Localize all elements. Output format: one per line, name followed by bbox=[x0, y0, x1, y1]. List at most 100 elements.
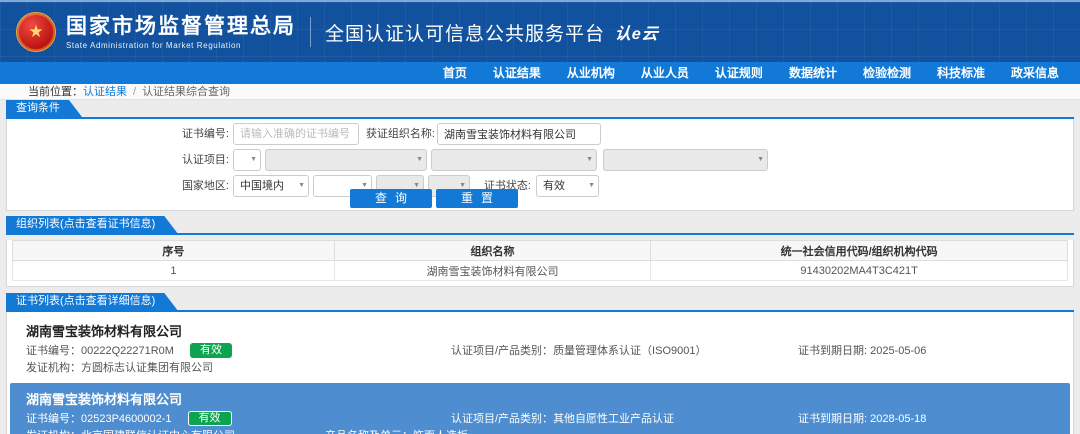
nav-item-tech-standards[interactable]: 科技标准 bbox=[924, 62, 998, 84]
chevron-down-icon: ▼ bbox=[757, 150, 764, 170]
project-value: 质量管理体系认证（ISO9001） bbox=[553, 345, 706, 357]
breadcrumb-link-cert-results[interactable]: 认证结果 bbox=[83, 86, 127, 98]
org-row-name[interactable]: 湖南雪宝装饰材料有限公司 bbox=[334, 261, 651, 281]
breadcrumb-prefix: 当前位置： bbox=[28, 86, 83, 98]
nav-item-personnel[interactable]: 从业人员 bbox=[628, 62, 702, 84]
cert-issuer: 发证机构：北京国建联信认证中心有限公司 bbox=[26, 428, 235, 434]
org-row-index[interactable]: 1 bbox=[13, 261, 335, 281]
cert-no: 证书编号：02523P4600002-1 有效 bbox=[26, 411, 232, 428]
cert-expiry: 证书到期日期: 2028-05-18 bbox=[798, 411, 926, 428]
site-header: ★ 国家市场监督管理总局 State Administration for Ma… bbox=[0, 0, 1080, 62]
certificate-card-1[interactable]: 湖南雪宝装饰材料有限公司 证书编号：00222Q22271R0M 有效 认证项目/… bbox=[10, 315, 1070, 383]
platform-title: 全国认证认可信息公共服务平台 bbox=[325, 19, 605, 46]
org-table-row[interactable]: 1 湖南雪宝装饰材料有限公司 91430202MA4T3C421T bbox=[13, 261, 1068, 281]
cert-org-name: 湖南雪宝装饰材料有限公司 bbox=[10, 386, 1070, 411]
national-emblem-icon: ★ bbox=[16, 12, 56, 52]
cert-no-value: 02523P4600002-1 bbox=[81, 413, 172, 425]
cert-card-line: 发证机构：方圆标志认证集团有限公司 bbox=[10, 360, 1070, 377]
cert-list-section-header: 证书列表(点击查看详细信息) bbox=[6, 293, 1074, 312]
org-table-header-row: 序号 组织名称 统一社会信用代码/组织机构代码 bbox=[13, 241, 1068, 261]
org-table: 序号 组织名称 统一社会信用代码/组织机构代码 1 湖南雪宝装饰材料有限公司 9… bbox=[12, 240, 1068, 281]
cert-no-value: 00222Q22271R0M bbox=[81, 345, 174, 357]
issuer-field-label: 发证机构： bbox=[26, 362, 81, 374]
page: ★ 国家市场监督管理总局 State Administration for Ma… bbox=[0, 0, 1080, 434]
agency-name-cn: 国家市场监督管理总局 bbox=[66, 15, 296, 39]
org-list-panel: 序号 组织名称 统一社会信用代码/组织机构代码 1 湖南雪宝装饰材料有限公司 9… bbox=[6, 240, 1074, 287]
status-badge: 有效 bbox=[190, 343, 232, 358]
ren-e-yun-logo: 认e云 bbox=[614, 20, 660, 44]
chevron-down-icon: ▼ bbox=[250, 150, 257, 170]
query-panel: 证书编号: 获证组织名称: 认证项目: ▼ ▼ ▼ ▼ 国家地区: 中国境内▼ … bbox=[6, 119, 1074, 211]
project-field-label: 认证项目/产品类别： bbox=[451, 413, 553, 425]
nav-item-procurement[interactable]: 政采信息 bbox=[998, 62, 1072, 84]
org-name-input[interactable] bbox=[437, 123, 601, 145]
org-name-label: 获证组织名称: bbox=[359, 123, 435, 145]
status-select[interactable]: 有效 ▼ bbox=[536, 175, 599, 197]
certificate-card-2-selected[interactable]: 湖南雪宝装饰材料有限公司 证书编号：02523P4600002-1 有效 认证项目… bbox=[10, 383, 1070, 434]
project-select-level3[interactable]: ▼ bbox=[431, 149, 597, 171]
issuer-value: 方圆标志认证集团有限公司 bbox=[81, 362, 213, 374]
cert-project: 认证项目/产品类别：其他自愿性工业产品认证 bbox=[451, 411, 674, 428]
product-value: 饰面人造板 bbox=[413, 430, 468, 434]
org-list-section-header: 组织列表(点击查看证书信息) bbox=[6, 216, 1074, 235]
expiry-field-label: 证书到期日期: bbox=[798, 413, 867, 425]
cert-no-input[interactable] bbox=[233, 123, 359, 145]
expiry-value: 2028-05-18 bbox=[870, 413, 926, 425]
project-select-level1[interactable]: ▼ bbox=[233, 149, 261, 171]
search-button[interactable]: 查询 bbox=[350, 189, 432, 208]
cert-list-panel: 湖南雪宝装饰材料有限公司 证书编号：00222Q22271R0M有效 认证项目/… bbox=[6, 312, 1074, 434]
header-divider bbox=[310, 17, 311, 47]
status-badge: 有效 bbox=[188, 411, 232, 426]
cert-card-line: 证书编号：00222Q22271R0M 有效 认证项目/产品类别：质量管理体系认证… bbox=[10, 343, 1070, 360]
main-nav: 首页 认证结果 从业机构 从业人员 认证规则 数据统计 检验检测 科技标准 政采… bbox=[0, 62, 1080, 84]
nav-item-inspection[interactable]: 检验检测 bbox=[850, 62, 924, 84]
reset-button[interactable]: 重置 bbox=[436, 189, 518, 208]
org-col-header-index: 序号 bbox=[13, 241, 335, 261]
nav-item-institutions[interactable]: 从业机构 bbox=[554, 62, 628, 84]
agency-title-block: 国家市场监督管理总局 State Administration for Mark… bbox=[66, 15, 296, 50]
nav-item-cert-results[interactable]: 认证结果 bbox=[480, 62, 554, 84]
org-list-section-tab: 组织列表(点击查看证书信息) bbox=[6, 216, 177, 233]
chevron-down-icon: ▼ bbox=[416, 150, 423, 170]
chevron-down-icon: ▼ bbox=[586, 150, 593, 170]
cert-issuer: 发证机构：方圆标志认证集团有限公司 bbox=[26, 360, 213, 377]
agency-name-en: State Administration for Market Regulati… bbox=[66, 41, 296, 50]
nav-item-cert-rules[interactable]: 认证规则 bbox=[702, 62, 776, 84]
cert-org-name: 湖南雪宝装饰材料有限公司 bbox=[10, 318, 1070, 343]
cert-product: 产品名称及单元：饰面人造板 bbox=[325, 428, 468, 434]
emblem-star-glyph: ★ bbox=[28, 22, 43, 42]
query-section-header: 查询条件 bbox=[6, 100, 1074, 119]
chevron-down-icon: ▼ bbox=[298, 176, 305, 196]
project-field-label: 认证项目/产品类别： bbox=[451, 345, 553, 357]
nav-item-home[interactable]: 首页 bbox=[430, 62, 480, 84]
issuer-value: 北京国建联信认证中心有限公司 bbox=[81, 430, 235, 434]
cert-card-line: 证书编号：02523P4600002-1 有效 认证项目/产品类别：其他自愿性工业… bbox=[10, 411, 1070, 428]
cert-list-section-tab: 证书列表(点击查看详细信息) bbox=[6, 293, 177, 310]
breadcrumb-separator: / bbox=[133, 86, 136, 98]
project-select-level2[interactable]: ▼ bbox=[265, 149, 427, 171]
cert-no-field-label: 证书编号： bbox=[26, 413, 81, 425]
chevron-down-icon: ▼ bbox=[588, 176, 595, 196]
region-select[interactable]: 中国境内▼ bbox=[233, 175, 309, 197]
cert-card-line: 发证机构：北京国建联信认证中心有限公司 产品名称及单元：饰面人造板 bbox=[10, 428, 1070, 434]
project-label: 认证项目: bbox=[157, 149, 229, 171]
org-col-header-credit-code: 统一社会信用代码/组织机构代码 bbox=[651, 241, 1068, 261]
cert-project: 认证项目/产品类别：质量管理体系认证（ISO9001） bbox=[451, 343, 706, 360]
main-content: 查询条件 证书编号: 获证组织名称: 认证项目: ▼ ▼ ▼ ▼ 国家地区: 中… bbox=[0, 100, 1080, 434]
issuer-field-label: 发证机构： bbox=[26, 430, 81, 434]
org-row-credit-code[interactable]: 91430202MA4T3C421T bbox=[651, 261, 1068, 281]
nav-item-statistics[interactable]: 数据统计 bbox=[776, 62, 850, 84]
product-field-label: 产品名称及单元： bbox=[325, 430, 413, 434]
query-row-1: 证书编号: 获证组织名称: bbox=[7, 123, 1073, 145]
cert-no-field-label: 证书编号： bbox=[26, 345, 81, 357]
query-row-2: 认证项目: ▼ ▼ ▼ ▼ bbox=[7, 149, 1073, 171]
org-col-header-name: 组织名称 bbox=[334, 241, 651, 261]
expiry-field-label: 证书到期日期: bbox=[798, 345, 867, 357]
breadcrumb-current: 认证结果综合查询 bbox=[142, 86, 230, 98]
cert-no: 证书编号：00222Q22271R0M 有效 bbox=[26, 343, 232, 360]
status-select-value: 有效 bbox=[543, 180, 565, 192]
project-select-level4[interactable]: ▼ bbox=[603, 149, 768, 171]
breadcrumb: 当前位置：认证结果 / 认证结果综合查询 bbox=[0, 84, 1080, 100]
cert-no-label: 证书编号: bbox=[157, 123, 229, 145]
expiry-value: 2025-05-06 bbox=[870, 345, 926, 357]
